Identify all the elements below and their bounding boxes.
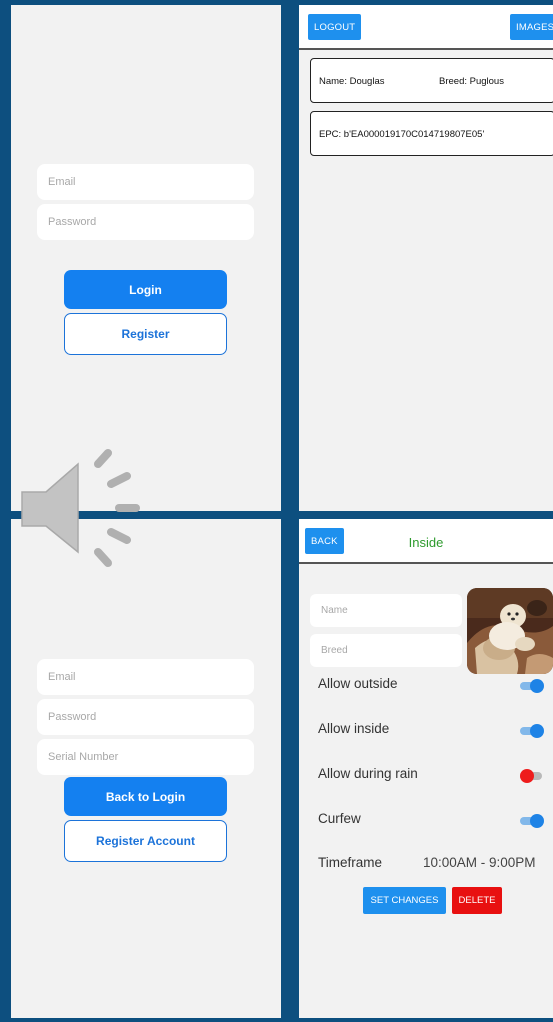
back-to-login-button[interactable]: Back to Login <box>64 777 227 816</box>
dog-info-card[interactable]: Name: Douglas Breed: Puglous <box>310 58 553 103</box>
curfew-toggle[interactable] <box>520 814 546 828</box>
allow-rain-toggle[interactable] <box>520 769 546 783</box>
register-button[interactable]: Register <box>64 313 227 355</box>
login-button[interactable]: Login <box>64 270 227 309</box>
logout-button[interactable]: LOGOUT <box>308 14 362 40</box>
breed-field[interactable] <box>310 634 462 667</box>
register-password-field[interactable] <box>37 699 254 735</box>
timeframe-value[interactable]: 10:00AM - 9:00PM <box>423 855 536 870</box>
dog-breed-text: Breed: Puglous <box>439 76 504 87</box>
register-email-field[interactable] <box>37 659 254 695</box>
set-changes-button[interactable]: SET CHANGES <box>363 887 446 914</box>
delete-button[interactable]: DELETE <box>452 887 502 914</box>
allow-inside-label: Allow inside <box>318 721 390 736</box>
register-account-button[interactable]: Register Account <box>64 820 227 862</box>
register-screen: Back to Login Register Account <box>11 519 281 1018</box>
allow-rain-label: Allow during rain <box>318 766 418 781</box>
curfew-label: Curfew <box>318 811 361 826</box>
dog-settings-screen: BACK Inside Allow outside <box>299 519 553 1018</box>
allow-outside-label: Allow outside <box>318 676 398 691</box>
top-bar: LOGOUT IMAGES <box>299 5 553 50</box>
epc-text: EPC: b'EA000019170C014719807E05' <box>319 129 485 140</box>
login-screen: Login Register <box>11 5 281 511</box>
slide-canvas: Login Register LOGOUT IMAGES Name: Dougl… <box>0 0 553 1022</box>
page-title: Inside <box>408 535 444 550</box>
dog-name-text: Name: Douglas <box>319 76 385 87</box>
allow-outside-toggle[interactable] <box>520 679 546 693</box>
settings-top-bar: BACK Inside <box>299 519 553 564</box>
dog-info-screen: LOGOUT IMAGES Name: Douglas Breed: Puglo… <box>299 5 553 511</box>
password-field[interactable] <box>37 204 254 240</box>
name-field[interactable] <box>310 594 462 627</box>
dog-photo <box>467 588 553 674</box>
email-field[interactable] <box>37 164 254 200</box>
timeframe-label: Timeframe <box>318 855 383 870</box>
allow-inside-toggle[interactable] <box>520 724 546 738</box>
epc-card[interactable]: EPC: b'EA000019170C014719807E05' <box>310 111 553 156</box>
speaker-volume-icon[interactable] <box>18 448 143 570</box>
serial-number-field[interactable] <box>37 739 254 775</box>
images-button[interactable]: IMAGES <box>510 14 553 40</box>
